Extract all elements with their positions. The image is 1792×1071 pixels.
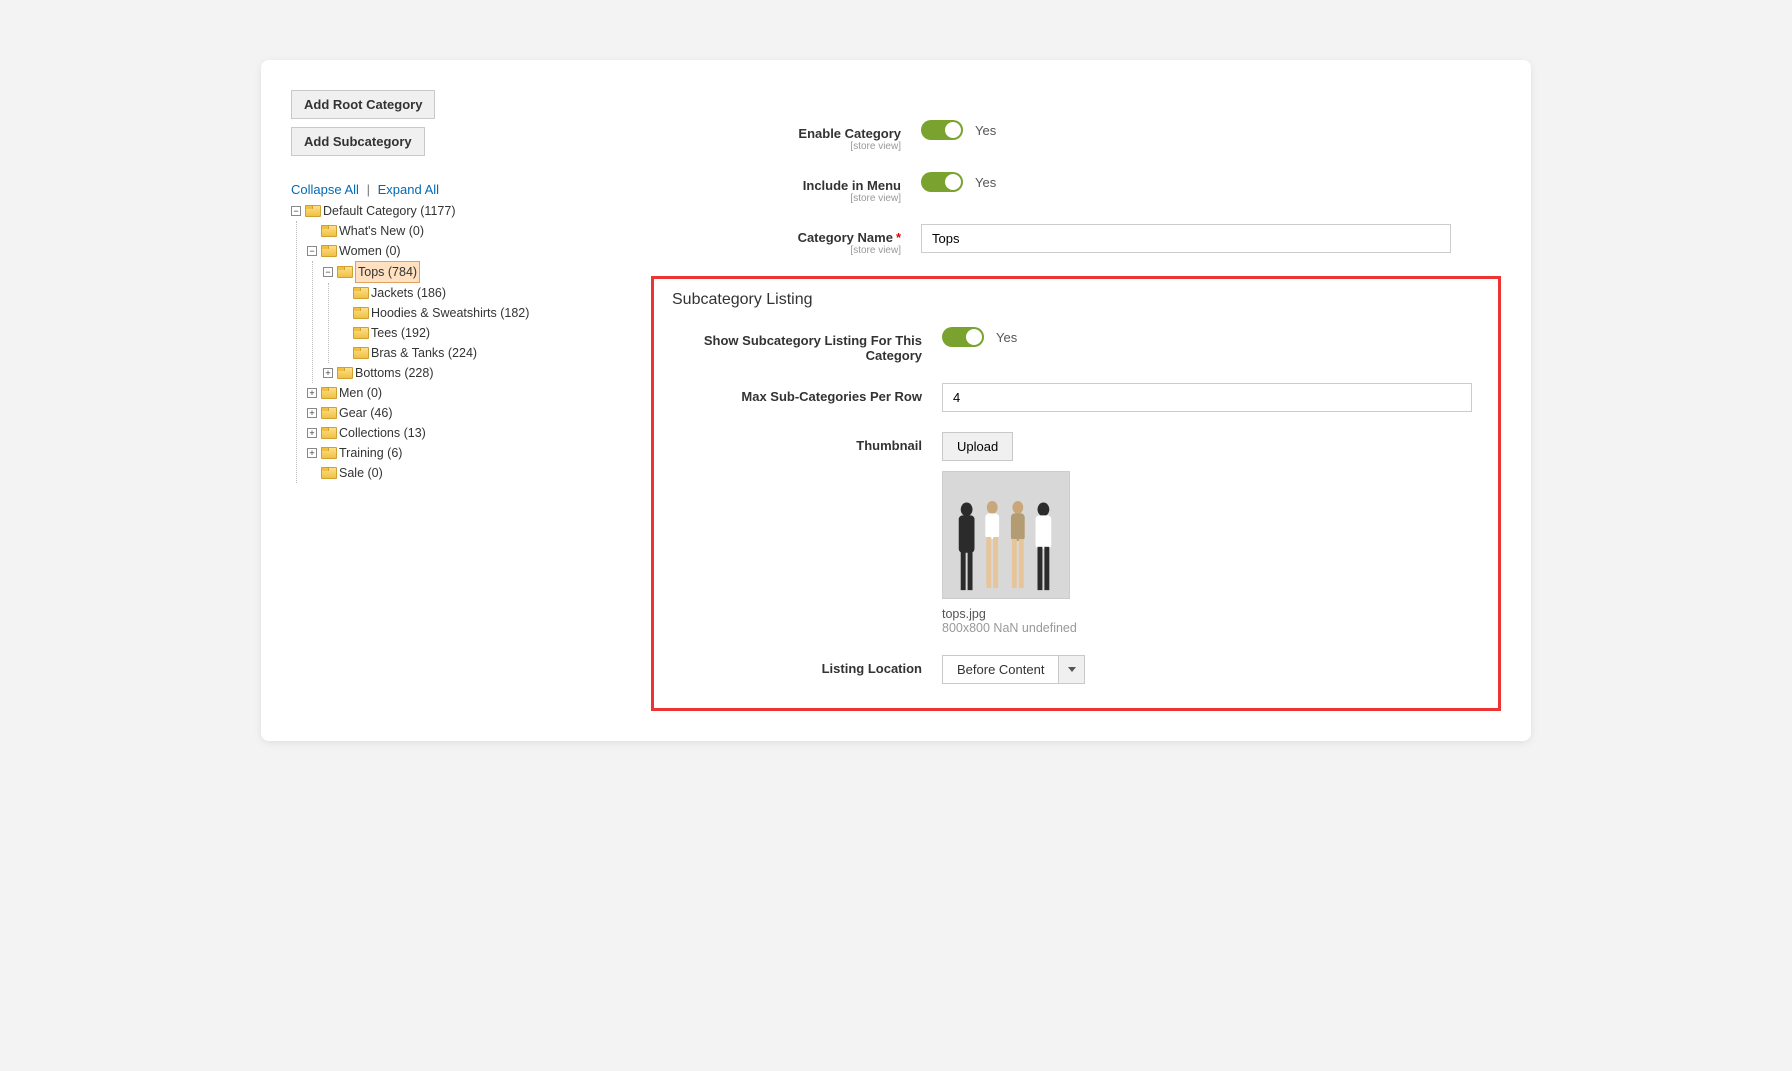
folder-icon <box>321 407 335 419</box>
separator: | <box>367 182 370 197</box>
folder-icon <box>353 307 367 319</box>
field-max-per-row: Max Sub-Categories Per Row <box>672 383 1480 412</box>
tree-node-bras[interactable]: Bras & Tanks (224) <box>339 343 651 363</box>
tree-toggle-icon-plus[interactable]: + <box>307 388 317 398</box>
label-thumbnail: Thumbnail <box>672 438 922 453</box>
tree-label: Women (0) <box>339 241 401 261</box>
scope-label: [store view] <box>651 245 901 256</box>
tree-node-tees[interactable]: Tees (192) <box>339 323 651 343</box>
scope-label: [store view] <box>651 141 901 152</box>
tree-node-gear[interactable]: + Gear (46) <box>307 403 651 423</box>
tree-node-women[interactable]: − Women (0) <box>307 241 651 261</box>
folder-icon <box>321 225 335 237</box>
folder-icon <box>337 266 351 278</box>
folder-icon <box>321 387 335 399</box>
field-category-name: Category Name* [store view] <box>651 224 1501 256</box>
chevron-down-icon <box>1058 656 1084 683</box>
people-photo-icon <box>943 472 1069 598</box>
tree-label: What's New (0) <box>339 221 424 241</box>
tree-label: Default Category (1177) <box>323 201 455 221</box>
category-name-input[interactable] <box>921 224 1451 253</box>
folder-icon <box>353 287 367 299</box>
tree-node-bottoms[interactable]: + Bottoms (228) <box>323 363 651 383</box>
tree-node-tops[interactable]: − Tops (784) <box>323 261 651 283</box>
add-root-category-button[interactable]: Add Root Category <box>291 90 435 119</box>
folder-icon <box>305 205 319 217</box>
field-listing-location: Listing Location Before Content <box>672 655 1480 684</box>
tree-node-jackets[interactable]: Jackets (186) <box>339 283 651 303</box>
listing-location-select[interactable]: Before Content <box>942 655 1085 684</box>
label-listing-location: Listing Location <box>672 661 922 676</box>
category-form: Enable Category [store view] Yes Include… <box>651 90 1501 711</box>
field-enable-category: Enable Category [store view] Yes <box>651 120 1501 152</box>
tree-label-selected: Tops (784) <box>355 261 420 283</box>
subcategory-listing-section: Subcategory Listing Show Subcategory Lis… <box>651 276 1501 711</box>
toggle-text: Yes <box>975 175 996 190</box>
tree-toggle-icon-minus[interactable]: − <box>307 246 317 256</box>
tree-toggle-icon-plus[interactable]: + <box>307 408 317 418</box>
tree-toggle-icon-plus[interactable]: + <box>307 448 317 458</box>
tree-toggle-icon-minus[interactable]: − <box>291 206 301 216</box>
tree-label: Bras & Tanks (224) <box>371 343 477 363</box>
folder-icon <box>321 467 335 479</box>
category-tree: − Default Category (1177) What's New (0) <box>291 201 651 483</box>
tree-label: Sale (0) <box>339 463 383 483</box>
field-thumbnail: Thumbnail Upload <box>672 432 1480 635</box>
tree-label: Bottoms (228) <box>355 363 434 383</box>
tree-node-training[interactable]: + Training (6) <box>307 443 651 463</box>
select-value: Before Content <box>943 656 1058 683</box>
folder-icon <box>321 427 335 439</box>
toggle-text: Yes <box>996 330 1017 345</box>
admin-panel-card: Add Root Category Add Subcategory Collap… <box>261 60 1531 741</box>
tree-label: Collections (13) <box>339 423 426 443</box>
label-include-in-menu: Include in Menu <box>651 178 901 193</box>
label-max-per-row: Max Sub-Categories Per Row <box>672 389 922 404</box>
upload-button[interactable]: Upload <box>942 432 1013 461</box>
folder-icon <box>353 327 367 339</box>
toggle-show-listing[interactable] <box>942 327 984 347</box>
tree-label: Gear (46) <box>339 403 393 423</box>
tree-toggle-icon-plus[interactable]: + <box>323 368 333 378</box>
folder-icon <box>337 367 351 379</box>
thumbnail-dimensions: 800x800 NaN undefined <box>942 621 1077 635</box>
tree-toggle-icon-minus[interactable]: − <box>323 267 333 277</box>
tree-node-collections[interactable]: + Collections (13) <box>307 423 651 443</box>
expand-all-link[interactable]: Expand All <box>378 182 439 197</box>
folder-icon <box>321 245 335 257</box>
tree-node-sale[interactable]: Sale (0) <box>307 463 651 483</box>
add-subcategory-button[interactable]: Add Subcategory <box>291 127 425 156</box>
thumbnail-image[interactable] <box>942 471 1070 599</box>
thumbnail-filename: tops.jpg <box>942 607 1077 621</box>
thumbnail-preview: tops.jpg 800x800 NaN undefined <box>942 471 1077 635</box>
collapse-all-link[interactable]: Collapse All <box>291 182 359 197</box>
toggle-enable-category[interactable] <box>921 120 963 140</box>
toggle-text: Yes <box>975 123 996 138</box>
tree-label: Men (0) <box>339 383 382 403</box>
toggle-include-in-menu[interactable] <box>921 172 963 192</box>
folder-icon <box>321 447 335 459</box>
tree-node-men[interactable]: + Men (0) <box>307 383 651 403</box>
folder-icon <box>353 347 367 359</box>
tree-controls: Collapse All | Expand All <box>291 182 651 197</box>
category-sidebar: Add Root Category Add Subcategory Collap… <box>291 90 651 711</box>
tree-label: Training (6) <box>339 443 402 463</box>
tree-label: Jackets (186) <box>371 283 446 303</box>
tree-node-default-category[interactable]: − Default Category (1177) <box>291 201 651 221</box>
field-show-listing: Show Subcategory Listing For This Catego… <box>672 327 1480 363</box>
label-show-listing: Show Subcategory Listing For This Catego… <box>672 333 922 363</box>
scope-label: [store view] <box>651 193 901 204</box>
tree-label: Hoodies & Sweatshirts (182) <box>371 303 529 323</box>
max-per-row-input[interactable] <box>942 383 1472 412</box>
tree-toggle-icon-plus[interactable]: + <box>307 428 317 438</box>
tree-node-whats-new[interactable]: What's New (0) <box>307 221 651 241</box>
tree-label: Tees (192) <box>371 323 430 343</box>
tree-node-hoodies[interactable]: Hoodies & Sweatshirts (182) <box>339 303 651 323</box>
label-enable-category: Enable Category <box>651 126 901 141</box>
section-title-subcategory-listing: Subcategory Listing <box>672 291 1480 309</box>
label-category-name: Category Name* <box>651 230 901 245</box>
field-include-in-menu: Include in Menu [store view] Yes <box>651 172 1501 204</box>
